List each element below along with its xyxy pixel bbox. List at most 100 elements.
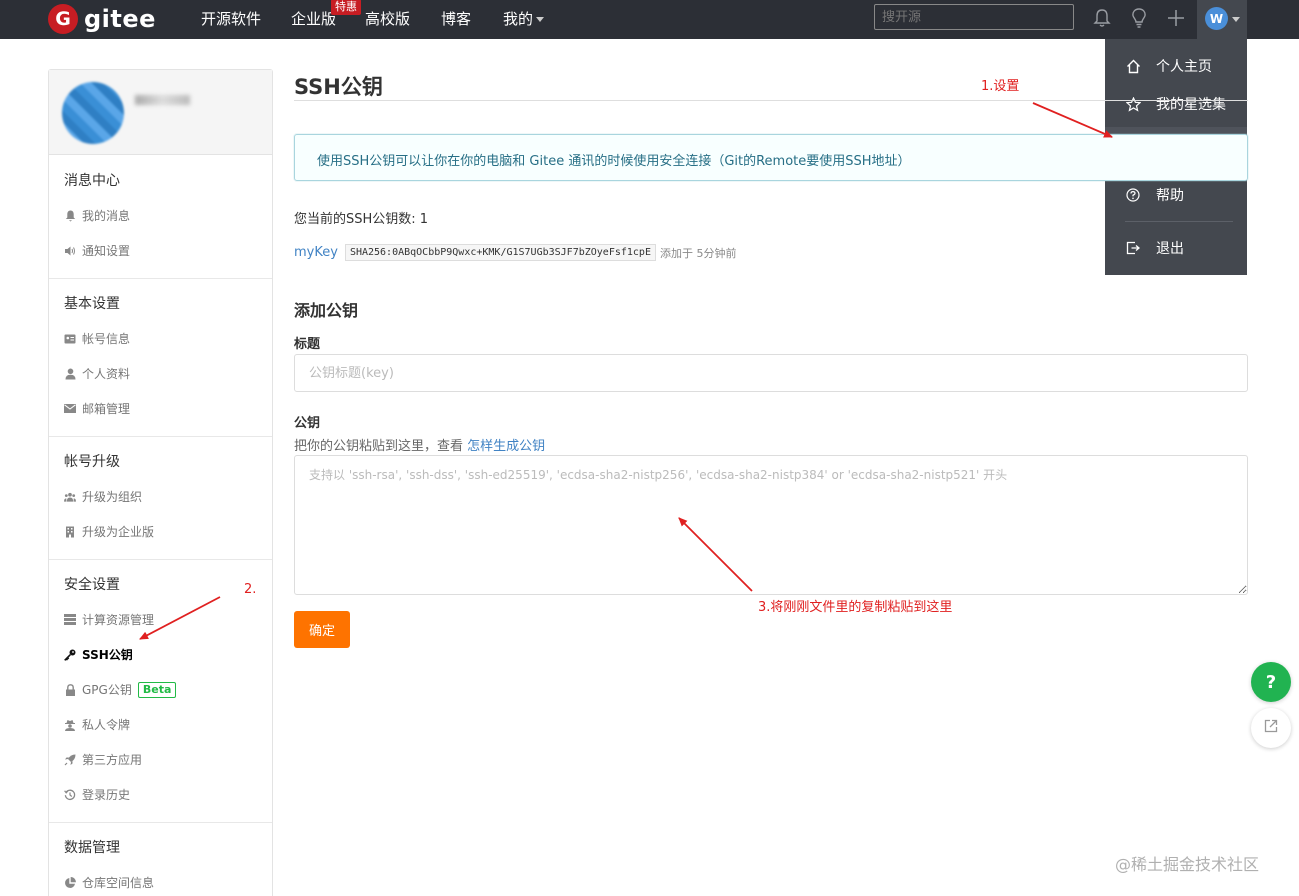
key-icon	[64, 649, 76, 661]
sidebar-item-label: 计算资源管理	[82, 613, 155, 627]
sidebar-item-label: 帐号信息	[82, 332, 131, 346]
ssh-info-message: 使用SSH公钥可以让你在你的电脑和 Gitee 通讯的时候使用安全连接（Git的…	[294, 134, 1248, 181]
top-navbar: G gitee 开源软件 企业版 特惠 高校版 博客 我的 W	[0, 0, 1299, 39]
sidebar-item-upgrade-org[interactable]: 升级为组织	[64, 488, 142, 505]
sidebar-item-compute-resources[interactable]: 计算资源管理	[64, 611, 154, 628]
public-key-textarea[interactable]	[294, 455, 1248, 595]
sidebar-item-label: 第三方应用	[82, 753, 143, 767]
home-icon	[1125, 58, 1141, 74]
menu-item-label: 退出	[1156, 241, 1184, 257]
ssh-key-added-time: 添加于 5分钟前	[659, 246, 737, 260]
annotation-step-3: 3.将刚刚文件里的复制粘贴到这里	[758, 600, 953, 615]
watermark: @稀土掘金技术社区	[1115, 855, 1260, 874]
question-circle-icon	[1125, 187, 1141, 203]
ssh-key-fingerprint: SHA256:0ABqOCbbP9Qwxc+KMK/G1S7UGb3SJF7bZ…	[344, 244, 656, 261]
avatar: W	[1205, 7, 1228, 30]
sidebar-item-third-party-apps[interactable]: 第三方应用	[64, 751, 142, 768]
nav-education[interactable]: 高校版	[365, 8, 410, 29]
users-icon	[64, 491, 76, 503]
logout-icon	[1125, 240, 1141, 256]
menu-item-collections[interactable]: 我的星选集	[1105, 89, 1247, 119]
sidebar-divider	[49, 822, 272, 823]
search-input[interactable]	[874, 4, 1074, 30]
share-floating-button[interactable]	[1251, 708, 1291, 748]
add-key-heading: 添加公钥	[294, 301, 359, 320]
sidebar-item-notification-settings[interactable]: 通知设置	[64, 242, 130, 259]
lock-icon	[64, 683, 76, 696]
confirm-button[interactable]: 确定	[294, 611, 350, 648]
user-secret-icon	[64, 719, 76, 731]
nav-open-source[interactable]: 开源软件	[201, 8, 261, 29]
volume-icon	[64, 245, 76, 257]
gitee-logo[interactable]: G gitee	[48, 3, 156, 35]
sidebar-item-email[interactable]: 邮箱管理	[64, 400, 130, 417]
gitee-logo-text: gitee	[84, 5, 156, 33]
page-title: SSH公钥	[294, 75, 383, 99]
arrow-to-settings	[1032, 102, 1113, 138]
section-title-basic: 基本设置	[64, 296, 120, 312]
bell-icon[interactable]	[1090, 6, 1114, 30]
nav-mine[interactable]: 我的	[503, 8, 545, 29]
ssh-key-row: myKey SHA256:0ABqOCbbP9Qwxc+KMK/G1S7UGb3…	[294, 244, 736, 261]
menu-item-profile[interactable]: 个人主页	[1105, 51, 1247, 81]
avatar[interactable]	[62, 82, 124, 144]
bell-icon	[64, 210, 76, 222]
history-icon	[64, 789, 76, 801]
sidebar-item-login-history[interactable]: 登录历史	[64, 786, 130, 803]
sidebar-item-label: SSH公钥	[82, 648, 133, 662]
sidebar-item-label: 仓库空间信息	[82, 876, 155, 890]
sidebar-item-profile[interactable]: 个人资料	[64, 365, 130, 382]
menu-divider	[1125, 221, 1233, 222]
nav-mine-label: 我的	[503, 10, 534, 28]
nav-enterprise[interactable]: 企业版	[291, 8, 336, 29]
sidebar-item-account-info[interactable]: 帐号信息	[64, 330, 130, 347]
annotation-step-1: 1.设置	[981, 79, 1020, 94]
settings-sidebar: 消息中心 我的消息 通知设置 基本设置 帐号信息 个人资料 邮箱管理 帐号升级 …	[48, 69, 273, 896]
user-avatar-button[interactable]: W	[1197, 0, 1247, 39]
envelope-icon	[64, 403, 76, 415]
menu-item-label: 我的星选集	[1156, 97, 1226, 113]
rocket-icon	[64, 754, 76, 766]
sidebar-item-label: 升级为企业版	[82, 525, 155, 539]
sidebar-item-label: 通知设置	[82, 244, 131, 258]
user-icon	[64, 368, 76, 380]
sidebar-item-ssh-keys[interactable]: SSH公钥	[64, 646, 133, 663]
profile-name-blurred	[135, 95, 190, 105]
server-icon	[64, 614, 76, 626]
hint-text: 把你的公钥粘贴到这里，查看	[294, 439, 468, 454]
beta-badge: Beta	[137, 681, 177, 698]
gitee-logo-icon: G	[48, 4, 78, 34]
sidebar-item-gpg-keys[interactable]: GPG公钥 Beta	[64, 681, 177, 698]
external-link-icon	[1263, 718, 1279, 738]
sidebar-item-label: 私人令牌	[82, 718, 131, 732]
section-title-data: 数据管理	[64, 840, 120, 856]
hot-badge: 特惠	[331, 0, 361, 15]
key-field-label: 公钥	[294, 416, 321, 431]
annotation-step-2: 2.	[244, 582, 257, 597]
sidebar-item-upgrade-enterprise[interactable]: 升级为企业版	[64, 523, 154, 540]
plus-icon[interactable]	[1164, 6, 1188, 30]
help-floating-button[interactable]: ?	[1251, 662, 1291, 702]
lightbulb-icon[interactable]	[1127, 6, 1151, 30]
sidebar-item-label: GPG公钥	[82, 683, 132, 697]
sidebar-item-repo-space[interactable]: 仓库空间信息	[64, 874, 154, 891]
sidebar-item-private-tokens[interactable]: 私人令牌	[64, 716, 130, 733]
sidebar-divider	[49, 436, 272, 437]
menu-item-help[interactable]: 帮助	[1105, 180, 1247, 210]
sidebar-item-label: 升级为组织	[82, 490, 143, 504]
sidebar-item-label: 我的消息	[82, 209, 131, 223]
building-icon	[64, 526, 76, 538]
ssh-key-name[interactable]: myKey	[294, 245, 338, 260]
pie-chart-icon	[64, 876, 76, 889]
star-icon	[1125, 96, 1141, 112]
title-divider	[294, 100, 1248, 101]
key-title-input[interactable]	[294, 354, 1248, 392]
sidebar-item-my-messages[interactable]: 我的消息	[64, 207, 130, 224]
how-to-generate-key-link[interactable]: 怎样生成公钥	[467, 439, 545, 454]
ssh-key-count: 您当前的SSH公钥数: 1	[294, 212, 429, 227]
sidebar-item-label: 邮箱管理	[82, 402, 131, 416]
section-title-security: 安全设置	[64, 577, 120, 593]
nav-blog[interactable]: 博客	[441, 8, 471, 29]
menu-item-logout[interactable]: 退出	[1105, 233, 1247, 263]
chevron-down-icon	[1232, 17, 1240, 22]
